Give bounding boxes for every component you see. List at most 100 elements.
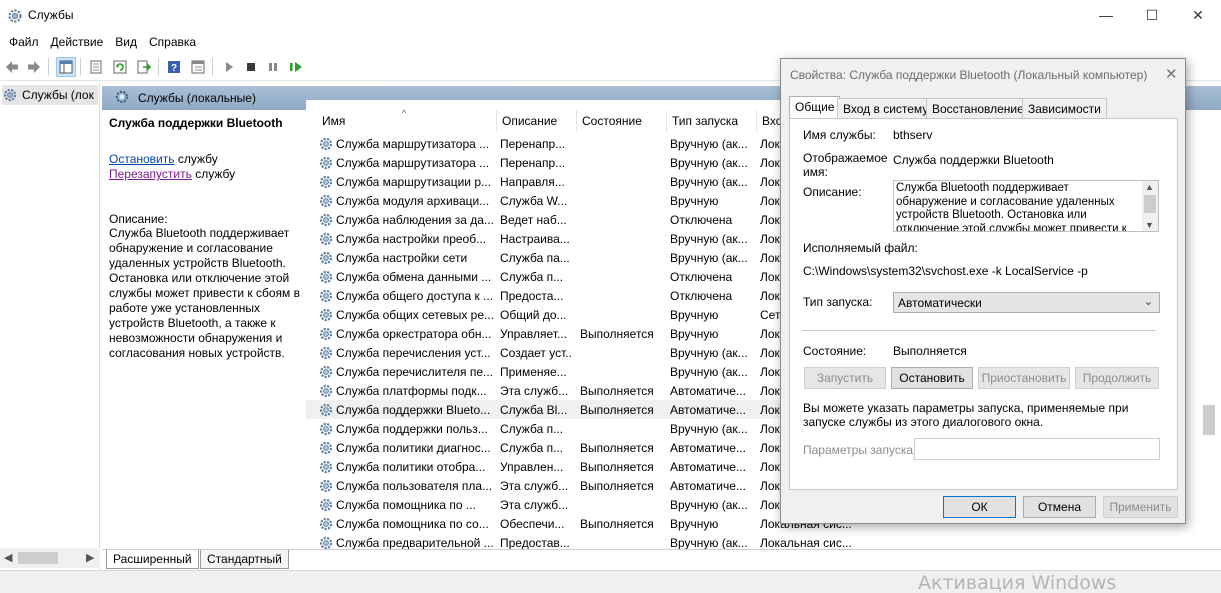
column-header-status[interactable]: Состояние (582, 114, 642, 128)
tab-general[interactable]: Общие (789, 96, 841, 119)
services-rows: Служба маршрутизатора ... Перенапр... Вруч… (306, 134, 860, 550)
service-startup-cell: Автоматиче... (670, 383, 746, 398)
start-params-input[interactable] (914, 438, 1160, 460)
startup-type-select[interactable]: Автоматически ⌄ (893, 292, 1160, 313)
table-row[interactable]: Служба общего доступа к ... Предоста... От… (306, 286, 860, 305)
restart-suffix: службу (191, 167, 236, 181)
services-gear-icon (3, 88, 17, 102)
minimize-button[interactable]: — (1083, 0, 1129, 30)
table-row[interactable]: Служба пользователя пла... Эта служб... Вы… (306, 476, 860, 495)
table-row[interactable]: Служба наблюдения за да... Ведет наб... От… (306, 210, 860, 229)
menu-file[interactable]: Файл (3, 35, 45, 49)
service-startup-cell: Вручную (ак... (670, 250, 748, 265)
help-icon[interactable]: ? (164, 57, 184, 77)
cancel-button[interactable]: Отмена (1023, 496, 1096, 518)
scroll-up-icon[interactable]: ▲ (1145, 182, 1154, 192)
service-description-cell: Служба па... (500, 250, 570, 265)
pause-service-icon[interactable] (263, 57, 283, 77)
menu-action[interactable]: Действие (45, 35, 110, 49)
back-arrow-icon[interactable] (2, 57, 22, 77)
properties-sheet-icon[interactable] (86, 57, 106, 77)
service-gear-icon (318, 421, 334, 437)
list-vertical-scroll-thumb[interactable] (1203, 405, 1215, 435)
table-row[interactable]: Служба общих сетевых ре... Общий до... Вру… (306, 305, 860, 324)
service-description-cell: Управлен... (500, 459, 564, 474)
refresh-icon[interactable] (110, 57, 130, 77)
table-row[interactable]: Служба перечислителя пе... Применяе... Вру… (306, 362, 860, 381)
forward-arrow-icon[interactable] (24, 57, 44, 77)
resume-button[interactable]: Продолжить (1075, 367, 1159, 389)
apply-button[interactable]: Применить (1103, 496, 1178, 518)
view-pane-icon[interactable] (188, 57, 208, 77)
table-row[interactable]: Служба обмена данными ... Служба п... Откл… (306, 267, 860, 286)
start-service-icon[interactable] (219, 57, 239, 77)
ok-button[interactable]: ОК (943, 496, 1016, 518)
table-row[interactable]: Служба политики диагнос... Служба п... Вып… (306, 438, 860, 457)
tree-node-services-local[interactable]: Службы (лок (2, 85, 98, 105)
scroll-down-icon[interactable]: ▼ (1145, 220, 1154, 230)
column-header-name[interactable]: Имя (322, 114, 345, 128)
table-row[interactable]: Служба модуля архиваци... Служба W... Вруч… (306, 191, 860, 210)
service-name-cell: Служба настройки сети (336, 250, 468, 265)
detail-description-label: Описание: (109, 212, 168, 226)
scroll-thumb[interactable] (18, 552, 58, 564)
service-name-cell: Служба пользователя пла... (336, 478, 493, 493)
tab-logon[interactable]: Вход в систему (837, 98, 935, 118)
export-list-icon[interactable] (134, 57, 154, 77)
table-row[interactable]: Служба маршрутизатора ... Перенапр... Вруч… (306, 153, 860, 172)
service-gear-icon (318, 383, 334, 399)
service-startup-cell: Вручную (ак... (670, 174, 748, 189)
table-row[interactable]: Служба поддержки Blueto... Служба Bl... Вы… (306, 400, 860, 419)
scroll-right-icon[interactable]: ▶ (86, 551, 94, 564)
table-row[interactable]: Служба настройки преоб... Настраива... Вру… (306, 229, 860, 248)
menu-help[interactable]: Справка (143, 35, 202, 49)
console-tree-icon[interactable] (56, 57, 76, 77)
restart-service-line: Перезапустить службу (109, 167, 306, 182)
tab-dependencies[interactable]: Зависимости (1022, 98, 1107, 118)
table-row[interactable]: Служба платформы подк... Эта служб... Выпо… (306, 381, 860, 400)
chevron-down-icon: ⌄ (1143, 296, 1153, 308)
tree-horizontal-scrollbar[interactable]: ◀ ▶ (0, 548, 100, 568)
service-name-cell: Служба предварительной ... (336, 535, 494, 550)
restart-service-icon[interactable] (286, 57, 306, 77)
description-scrollbar[interactable]: ▲ ▼ (1142, 181, 1158, 231)
table-row[interactable]: Служба помощника по ... Эта служб... Вручн… (306, 495, 860, 514)
menu-view[interactable]: Вид (109, 35, 143, 49)
table-row[interactable]: Служба поддержки польз... Служба п... Вруч… (306, 419, 860, 438)
close-button[interactable]: ✕ (1175, 0, 1221, 30)
pause-button[interactable]: Приостановить (978, 367, 1070, 389)
column-header-description[interactable]: Описание (502, 114, 557, 128)
display-name-value: Служба поддержки Bluetooth (893, 153, 1054, 167)
dialog-close-icon[interactable]: ✕ (1165, 65, 1178, 83)
sort-ascending-icon: ^ (402, 108, 407, 118)
service-startup-cell: Отключена (670, 212, 733, 227)
table-row[interactable]: Служба политики отобра... Управлен... Выпо… (306, 457, 860, 476)
service-startup-cell: Вручную (670, 307, 719, 322)
table-row[interactable]: Служба маршрутизации р... Направля... Вруч… (306, 172, 860, 191)
stop-service-icon[interactable] (241, 57, 261, 77)
description-textbox[interactable]: Служба Bluetooth поддерживает обнаружени… (893, 180, 1159, 232)
table-row[interactable]: Служба оркестратора обн... Управляет... Вы… (306, 324, 860, 343)
service-name-cell: Служба общего доступа к ... (336, 288, 494, 303)
table-row[interactable]: Служба помощника по со... Обеспечи... Выпо… (306, 514, 860, 533)
service-description-cell: Предостав... (500, 535, 570, 550)
tab-extended[interactable]: Расширенный (106, 550, 199, 569)
table-row[interactable]: Служба перечисления уст... Создает уст...… (306, 343, 860, 362)
start-button[interactable]: Запустить (804, 367, 886, 389)
stop-service-link[interactable]: Остановить (109, 152, 175, 166)
scroll-left-icon[interactable]: ◀ (4, 551, 12, 564)
tab-recovery[interactable]: Восстановление (926, 98, 1030, 118)
stop-button[interactable]: Остановить (891, 367, 973, 389)
maximize-button[interactable]: ☐ (1129, 0, 1175, 30)
column-header-startup-type[interactable]: Тип запуска (672, 114, 738, 128)
restart-service-link[interactable]: Перезапустить (109, 167, 192, 181)
properties-dialog: Свойства: Служба поддержки Bluetooth (Ло… (780, 58, 1186, 524)
service-gear-icon (318, 402, 334, 418)
service-detail-panel: Служба поддержки Bluetooth Остановить сл… (102, 110, 306, 550)
table-row[interactable]: Служба настройки сети Служба па... Вручную… (306, 248, 860, 267)
table-row[interactable]: Служба предварительной ... Предостав... Вр… (306, 533, 860, 550)
service-name-cell: Служба маршрутизатора ... (336, 155, 490, 170)
service-name-value: bthserv (893, 128, 933, 142)
tab-standard[interactable]: Стандартный (200, 550, 289, 569)
table-row[interactable]: Служба маршрутизатора ... Перенапр... Вруч… (306, 134, 860, 153)
